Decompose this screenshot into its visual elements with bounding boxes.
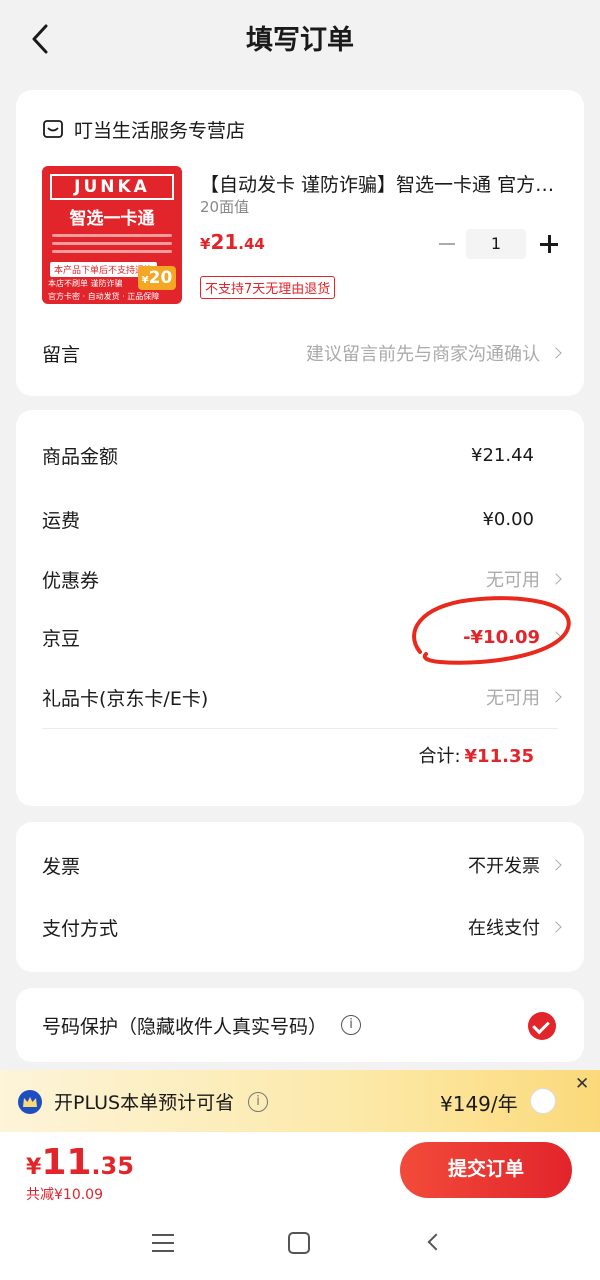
- quantity-input[interactable]: 1: [466, 229, 526, 259]
- payment-row[interactable]: 支付方式 在线支付: [42, 910, 562, 944]
- plus-radio[interactable]: [530, 1088, 556, 1114]
- jingdou-row[interactable]: 京豆 -¥10.09: [42, 620, 562, 654]
- invoice-label: 发票: [42, 855, 81, 878]
- invoice-payment-card: 发票 不开发票 支付方式 在线支付: [16, 822, 584, 972]
- quantity-decrease-button[interactable]: [436, 233, 458, 255]
- close-icon[interactable]: ✕: [575, 1074, 589, 1094]
- shipping-label: 运费: [42, 509, 81, 532]
- plus-promo-bar[interactable]: 开PLUS本单预计可省 i ¥149/年 ✕: [0, 1070, 600, 1132]
- chevron-right-icon: [550, 921, 562, 933]
- payment-label: 支付方式: [42, 917, 119, 940]
- privacy-checkbox[interactable]: [528, 1012, 556, 1040]
- home-icon[interactable]: [288, 1232, 310, 1254]
- goods-amount-row: 商品金额 ¥21.44: [42, 438, 560, 472]
- product-price: ¥21.44: [200, 230, 265, 254]
- shipping-row: 运费 ¥0.00: [42, 502, 560, 536]
- shop-name: 叮当生活服务专营店: [74, 119, 246, 142]
- product-image-brand: JUNKA: [50, 174, 174, 200]
- payment-value: 在线支付: [468, 914, 562, 940]
- total-value: ¥11.35: [464, 746, 534, 767]
- checkout-total: ¥11.35: [26, 1142, 134, 1183]
- invoice-value: 不开发票: [468, 852, 562, 878]
- product-spec: 20面值: [200, 198, 250, 216]
- crown-icon: [18, 1090, 42, 1114]
- giftcard-value: 无可用: [486, 684, 562, 710]
- coupon-value: 无可用: [486, 566, 562, 592]
- checkout-saved: 共减¥10.09: [26, 1187, 103, 1203]
- giftcard-label: 礼品卡(京东卡/E卡): [42, 687, 209, 710]
- menu-icon[interactable]: [152, 1234, 174, 1256]
- info-icon[interactable]: i: [341, 1015, 362, 1035]
- chevron-right-icon: [550, 859, 562, 871]
- message-row[interactable]: 留言 建议留言前先与商家沟通确认: [42, 336, 562, 370]
- product-card: 叮当生活服务专营店 JUNKA 智选一卡通 本产品下单后不支持退换 本店不刷单 …: [16, 90, 584, 396]
- privacy-row: 号码保护（隐藏收件人真实号码） i: [42, 1008, 504, 1042]
- goods-amount-label: 商品金额: [42, 445, 119, 468]
- coupon-row[interactable]: 优惠券 无可用: [42, 562, 562, 596]
- product-image-footer-2: 官方卡密 · 自动发货 · 正品保障: [48, 292, 160, 301]
- shipping-value: ¥0.00: [482, 508, 534, 530]
- system-nav-bar: [0, 1216, 600, 1280]
- total-label: 合计:: [418, 746, 461, 767]
- product-image-footer-1: 本店不刷单 谨防诈骗: [48, 279, 123, 288]
- store-icon: [43, 120, 63, 138]
- goods-amount-value: ¥21.44: [471, 444, 534, 466]
- page-title: 填写订单: [246, 25, 354, 56]
- privacy-label: 号码保护（隐藏收件人真实号码） i: [42, 1012, 362, 1039]
- jingdou-label: 京豆: [42, 627, 81, 650]
- chevron-right-icon: [550, 691, 562, 703]
- return-policy-tag: 不支持7天无理由退货: [200, 276, 336, 299]
- shop-row[interactable]: 叮当生活服务专营店: [42, 114, 245, 144]
- product-image-name: 智选一卡通: [69, 209, 155, 229]
- header: 填写订单: [0, 0, 600, 76]
- chevron-right-icon: [550, 631, 562, 643]
- privacy-card: 号码保护（隐藏收件人真实号码） i: [16, 988, 584, 1062]
- giftcard-row[interactable]: 礼品卡(京东卡/E卡) 无可用: [42, 680, 562, 714]
- quantity-increase-button[interactable]: [538, 233, 560, 255]
- invoice-row[interactable]: 发票 不开发票: [42, 848, 562, 882]
- product-image-decoration: [52, 234, 172, 260]
- checkout-bar: ¥11.35 共减¥10.09 提交订单: [0, 1132, 600, 1216]
- divider: [42, 728, 558, 729]
- product-title[interactable]: 【自动发卡 谨防诈骗】智选一卡通 官方卡密: [200, 170, 570, 197]
- message-input[interactable]: 建议留言前先与商家沟通确认: [306, 340, 562, 366]
- info-icon[interactable]: i: [248, 1091, 269, 1112]
- back-icon[interactable]: [427, 1233, 445, 1251]
- product-image[interactable]: JUNKA 智选一卡通 本产品下单后不支持退换 本店不刷单 谨防诈骗 官方卡密 …: [42, 166, 182, 304]
- quantity-stepper: 1: [436, 228, 560, 260]
- jingdou-value: -¥10.09: [463, 627, 562, 648]
- submit-order-button[interactable]: 提交订单: [400, 1142, 572, 1198]
- plus-promo-text: 开PLUS本单预计可省 i: [54, 1088, 269, 1115]
- message-label: 留言: [42, 343, 81, 366]
- plus-price: ¥149/年: [440, 1092, 518, 1116]
- product-image-badge: ¥20: [138, 266, 176, 290]
- total-row: 合计: ¥11.35: [418, 742, 534, 768]
- coupon-label: 优惠券: [42, 569, 100, 592]
- price-summary-card: 商品金额 ¥21.44 运费 ¥0.00 优惠券 无可用 京豆 -¥10.09 …: [16, 410, 584, 806]
- chevron-right-icon: [550, 573, 562, 585]
- chevron-right-icon: [550, 347, 562, 359]
